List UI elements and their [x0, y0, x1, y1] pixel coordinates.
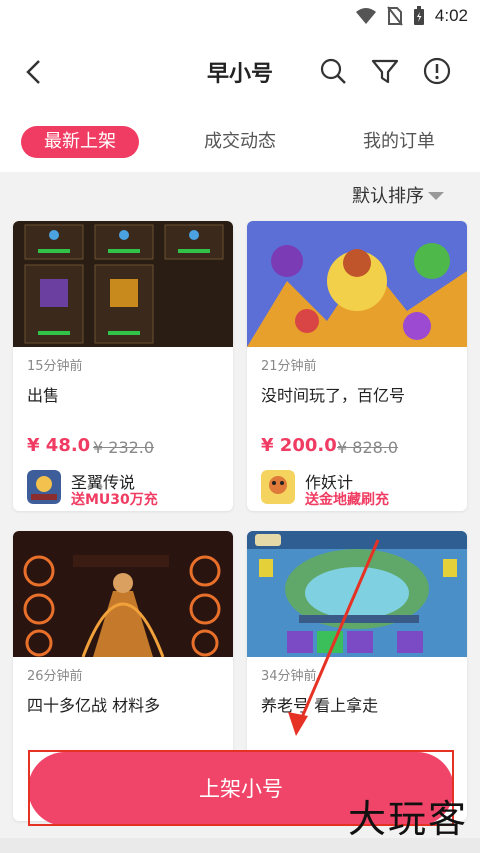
caret-down-icon — [428, 192, 444, 200]
listing-price: ¥ 48.0 — [27, 435, 91, 456]
game-icon — [27, 470, 61, 504]
tab-latest[interactable]: 最新上架 — [21, 126, 139, 158]
battery-icon — [413, 6, 424, 25]
listing-title: 没时间玩了，百亿号 — [261, 386, 406, 405]
no-sim-icon — [387, 6, 403, 26]
tab-my-orders[interactable]: 我的订单 — [349, 126, 449, 158]
info-icon[interactable] — [422, 56, 452, 86]
listing-title: 养老号 看上拿走 — [261, 696, 379, 715]
listing-time: 34分钟前 — [261, 669, 317, 684]
wifi-icon — [355, 8, 376, 24]
back-icon[interactable] — [18, 56, 50, 88]
tab-deals[interactable]: 成交动态 — [190, 126, 290, 158]
listing-time: 15分钟前 — [27, 359, 83, 374]
game-icon — [261, 470, 295, 504]
listing-original-price: ¥ 232.0 — [93, 438, 155, 457]
listing-thumbnail — [247, 531, 467, 657]
listing-time: 21分钟前 — [261, 359, 317, 374]
game-promo: 送MU30万充 — [71, 492, 158, 508]
filter-icon[interactable] — [370, 56, 400, 86]
sort-label: 默认排序 — [352, 186, 424, 207]
listing-thumbnail — [13, 221, 233, 347]
tab-bar: 最新上架 成交动态 我的订单 — [0, 110, 480, 172]
game-promo: 送金地藏刷充 — [305, 492, 389, 508]
listing-title: 出售 — [27, 386, 60, 405]
sort-bar: 默认排序 — [0, 172, 480, 218]
page-title: 早小号 — [206, 62, 273, 87]
clock: 4:02 — [434, 6, 468, 25]
listing-time: 26分钟前 — [27, 669, 83, 684]
listing-thumbnail — [13, 531, 233, 657]
listing-original-price: ¥ 828.0 — [337, 438, 399, 457]
listing-title: 四十多亿战 材料多 — [27, 696, 161, 715]
listing-card[interactable]: 21分钟前 没时间玩了，百亿号 ¥ 200.0 ¥ 828.0 作妖计 送金地藏… — [247, 221, 467, 511]
listing-thumbnail — [247, 221, 467, 347]
status-bar: 4:02 — [0, 0, 480, 34]
app-header: 早小号 — [0, 34, 480, 110]
watermark: 大玩客 — [347, 797, 468, 841]
search-icon[interactable] — [318, 56, 348, 86]
listing-price: ¥ 200.0 — [261, 435, 337, 456]
listing-card[interactable]: 15分钟前 出售 ¥ 48.0 ¥ 232.0 圣翼传说 送MU30万充 — [13, 221, 233, 511]
